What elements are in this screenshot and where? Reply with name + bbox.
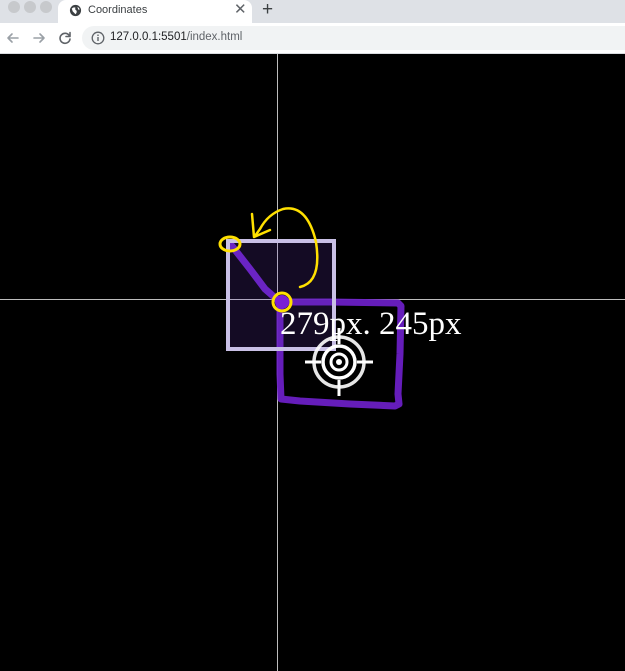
tab-coordinates[interactable]: Coordinates ✕: [58, 0, 252, 23]
browser-window: Coordinates ✕ + 127.0.0.1:5501/index.htm…: [0, 0, 625, 671]
close-icon[interactable]: ✕: [234, 1, 247, 19]
page-viewport[interactable]: 279px. 245px: [0, 54, 625, 671]
url-path: /index.html: [186, 31, 243, 43]
browser-toolbar: 127.0.0.1:5501/index.html: [0, 23, 625, 54]
tab-strip: Coordinates ✕ +: [0, 0, 625, 23]
annotation-overlay: [218, 207, 405, 410]
info-icon[interactable]: [91, 31, 105, 45]
window-maximize-dot[interactable]: [40, 1, 52, 13]
url-host: 127.0.0.1:5501: [110, 31, 187, 43]
reload-icon[interactable]: [55, 28, 75, 48]
forward-arrow-icon[interactable]: [29, 28, 49, 48]
tab-title: Coordinates: [88, 4, 148, 16]
plus-icon[interactable]: +: [262, 0, 273, 21]
coordinate-readout: 279px. 245px: [280, 306, 462, 342]
globe-icon: [69, 4, 82, 17]
window-close-dot[interactable]: [8, 1, 20, 13]
back-arrow-icon[interactable]: [3, 28, 23, 48]
address-bar[interactable]: 127.0.0.1:5501/index.html: [82, 26, 625, 50]
window-minimize-dot[interactable]: [24, 1, 36, 13]
url-text[interactable]: 127.0.0.1:5501/index.html: [110, 31, 242, 43]
